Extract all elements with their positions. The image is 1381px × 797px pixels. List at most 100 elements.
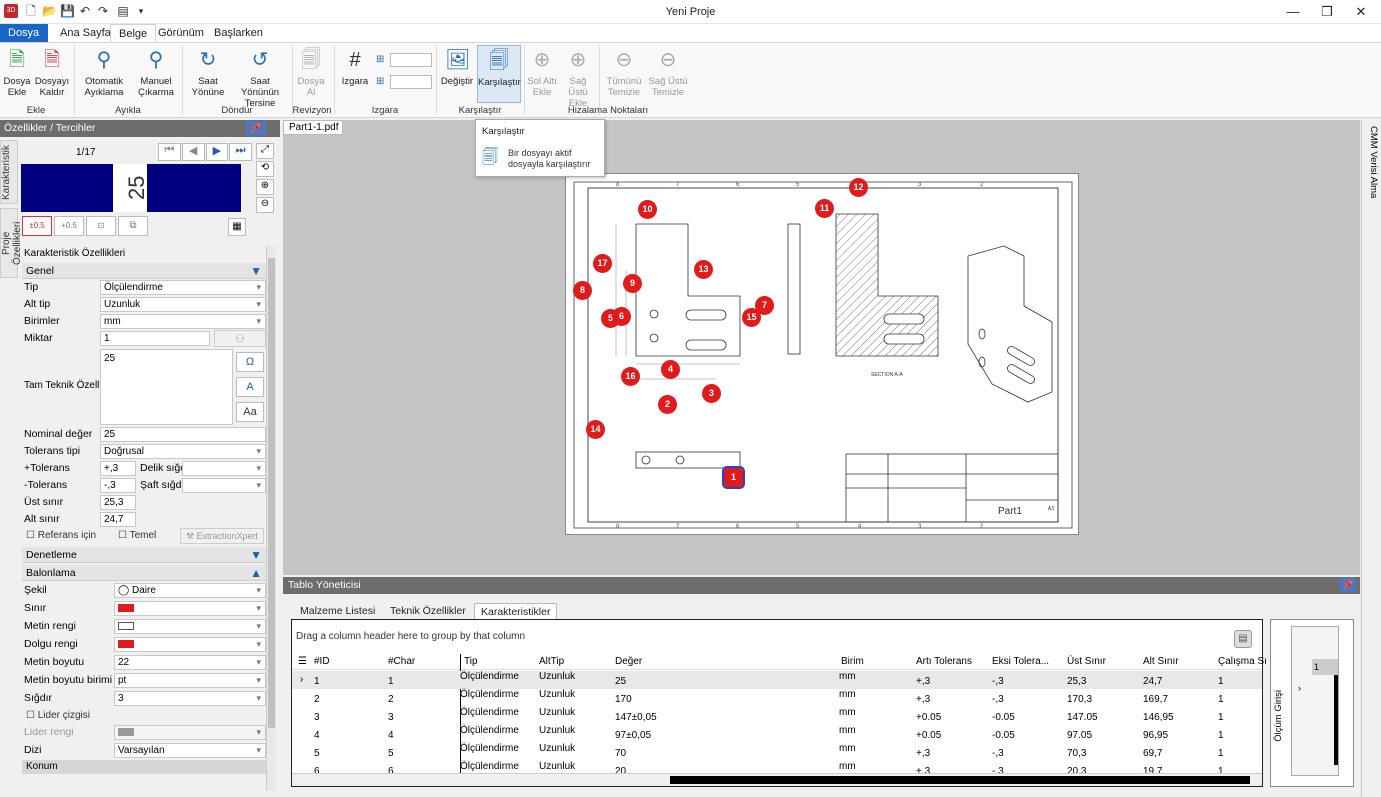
table-row[interactable]: › 1 1 Ölçülendirme Uzunluk 25 mm +,3 -,3 25,3 24,7… [292,671,1262,689]
vtab-proje-ozellikleri[interactable]: Proje Özellikleri [0,208,23,278]
metin-rengi-select[interactable] [114,619,266,634]
col-char[interactable]: #Char [388,656,415,667]
col-deger[interactable]: Değer [615,656,642,667]
balloon-11[interactable]: 11 [815,199,834,218]
extractionxpert-button[interactable]: ⚒ ExtractionXpert [180,528,264,544]
balloon-15[interactable]: 15 [742,308,761,327]
degistir-button[interactable]: 🖼 Değiştir [440,45,474,87]
lider-checkbox[interactable]: ☐ Lider çizgisi [26,710,90,721]
balloon-13[interactable]: 13 [694,260,713,279]
grid-size-select-2[interactable]: ⊞ [376,75,434,91]
dosya-al-button[interactable]: 🗐 Dosya Al [294,45,328,98]
tab-ana-sayfa[interactable]: Ana Sayfa [52,24,119,42]
horizontal-scrollbar[interactable] [292,773,1262,786]
prev-page-icon[interactable]: ◀ [181,143,205,161]
tab-baslarken[interactable]: Başlarken [206,24,271,42]
omega-symbol-icon[interactable]: Ω [236,352,264,372]
document-tab[interactable]: Part1-1.pdf [283,120,343,135]
balloon-9[interactable]: 9 [623,274,642,293]
balloon-14[interactable]: 14 [586,420,605,439]
lider-rengi-select[interactable] [114,725,266,740]
table-row[interactable]: 4 4 Ölçülendirme Uzunluk 97±0,05 mm +0.05 -0.05… [292,725,1262,743]
tam-teknik-textarea[interactable]: 25 [100,349,233,425]
rotate-view-icon[interactable]: ⟲ [256,161,274,177]
restore-button[interactable]: ❐ [1310,0,1344,24]
next-page-icon[interactable]: ▶ [205,143,229,161]
collapse-icon[interactable]: ▼ [250,549,262,561]
col-eksi-tolerans[interactable]: Eksi Tolera... [992,656,1049,667]
first-page-icon[interactable]: ⏮ [158,143,181,161]
saft-select[interactable] [182,478,266,493]
section-denetleme[interactable]: Denetleme ▼ [22,547,266,563]
col-arti-tolerans[interactable]: Artı Tolerans [916,656,972,667]
pin-icon[interactable]: 📌 [246,121,266,135]
fit-icon[interactable]: ⤢ [256,143,274,159]
properties-scrollbar[interactable] [266,246,276,791]
nominal-input[interactable]: 25 [100,427,266,442]
pin-icon[interactable]: 📌 [1340,578,1356,592]
section-genel[interactable]: Genel ▼ [22,263,266,279]
section-balonlama[interactable]: Balonlama ▲ [22,565,266,581]
balloon-10[interactable]: 10 [638,200,657,219]
minimize-button[interactable]: — [1276,0,1310,24]
table-row[interactable]: 3 3 Ölçülendirme Uzunluk 147±0,05 mm +0.05 -0.0… [292,707,1262,725]
minus-tolerans-input[interactable]: -,3 [100,478,136,493]
balloon-3[interactable]: 3 [702,384,721,403]
tumunu-temizle-button[interactable]: ⊖ Tümünü Temizle [604,45,644,98]
sag-ustu-temizle-button[interactable]: ⊖ Sağ Üstü Temizle [648,45,688,98]
dizi-select[interactable]: Varsayılan [114,743,266,758]
tab-teknik-ozellikler[interactable]: Teknik Özellikler [384,603,472,620]
col-alt-sinir[interactable]: Alt Sınır [1143,656,1179,667]
collapse-icon[interactable]: ▼ [250,265,262,277]
col-alttip[interactable]: AltTip [539,656,564,667]
vtab-cmm-verisi-alma[interactable]: CMM Verisi Alma [1363,126,1379,216]
people-icon[interactable]: ⚇ [214,330,266,347]
alt-sinir-input[interactable]: 24,7 [100,512,136,527]
limit-format-icon[interactable]: +0.5 [54,216,84,236]
metin-boyutu-select[interactable]: 22 [114,655,266,670]
metin-boyutu-birimi-select[interactable]: pt [114,673,266,688]
measurement-grid[interactable]: 1 › [1291,626,1339,776]
col-ust-sinir[interactable]: Üst Sınır [1067,656,1106,667]
dosya-ekle-button[interactable]: 🗎 Dosya Ekle [2,45,32,98]
birimler-select[interactable]: mm [100,314,266,329]
grid-size-select-1[interactable]: ⊞ [376,53,434,69]
plus-tolerans-input[interactable]: +,3 [100,461,136,476]
tip-select[interactable]: Ölçülendirme [100,280,266,295]
col-birim[interactable]: Birim [841,656,864,667]
balloon-4[interactable]: 4 [661,360,680,379]
col-calisma[interactable]: Çalışma Sı [1218,656,1267,667]
zoom-out-icon[interactable]: ⊖ [256,197,274,213]
close-button[interactable]: ✕ [1344,0,1378,24]
zoom-in-icon[interactable]: ⊕ [256,179,274,195]
vtab-karakteristik[interactable]: Karakteristik [0,140,18,204]
balloon-17[interactable]: 17 [593,254,612,273]
image-format-icon[interactable]: ⧉ [118,216,148,236]
expand-icon[interactable]: ▲ [250,567,262,579]
otomatik-ayiklama-button[interactable]: ⚲ Otomatik Ayıklama [80,45,128,98]
balloon-1-selected[interactable]: 1 [722,466,745,489]
alt-tip-select[interactable]: Uzunluk [100,297,266,312]
sol-alti-ekle-button[interactable]: ⊕ Sol Altı Ekle [526,45,558,98]
col-tip[interactable]: Tip [464,656,478,667]
col-id[interactable]: #ID [314,656,330,667]
measurement-scrollbar-thumb[interactable] [1334,675,1338,765]
tolerance-format-icon[interactable]: ±0.5 [22,216,52,236]
text-box-icon[interactable]: A [236,377,264,397]
balloon-12[interactable]: 12 [849,178,868,197]
sekil-select[interactable]: ◯ Daire [114,583,266,598]
column-chooser-icon[interactable]: ▤ [1234,630,1252,648]
box-format-icon[interactable]: ⊡ [86,216,116,236]
balloon-16[interactable]: 16 [621,367,640,386]
saat-yonune-button[interactable]: ↻ Saat Yönüne [188,45,228,98]
karsilastir-button[interactable]: 🗐 Karşılaştır [477,45,521,103]
dosyayi-kaldir-button[interactable]: 🗎 Dosyayı Kaldır [34,45,70,98]
balloon-2[interactable]: 2 [658,395,677,414]
manuel-cikarma-button[interactable]: ⚲ Manuel Çıkarma [134,45,178,98]
table-row[interactable]: 2 2 Ölçülendirme Uzunluk 170 mm +,3 -,3 170,3 169… [292,689,1262,707]
tab-malzeme-listesi[interactable]: Malzeme Listesi [294,603,381,620]
tab-karakteristikler[interactable]: Karakteristikler [474,603,558,620]
tolerans-tipi-select[interactable]: Doğrusal [100,444,266,459]
last-page-icon[interactable]: ⏭ [229,143,252,161]
calculator-icon[interactable]: ▦ [228,218,246,236]
